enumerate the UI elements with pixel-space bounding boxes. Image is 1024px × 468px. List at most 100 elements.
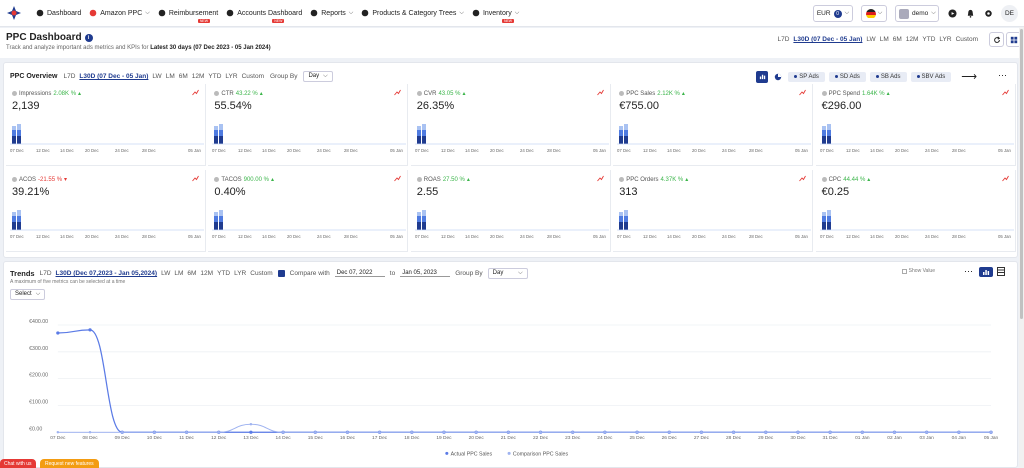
trend-icon[interactable] bbox=[1001, 175, 1009, 182]
refresh-button[interactable] bbox=[989, 32, 1004, 47]
series-line-0 bbox=[57, 329, 992, 433]
range-option[interactable]: 12M bbox=[906, 36, 919, 43]
trend-icon[interactable] bbox=[192, 89, 199, 96]
trends-panel: Trends L7D L30D (Dec 07,2023 - Jan 05,202… bbox=[3, 261, 1018, 468]
range-option[interactable]: L7D bbox=[63, 73, 75, 80]
x-tick-label: 05 Jan bbox=[984, 435, 999, 441]
sparkline-bar bbox=[619, 222, 624, 230]
nav-item-accounts[interactable]: Accounts Dashboard NEW bbox=[226, 9, 302, 23]
range-option[interactable]: L30D (07 Dec - 05 Jan) bbox=[793, 36, 862, 43]
range-option[interactable]: Custom bbox=[250, 270, 272, 277]
request-feature-button[interactable]: Request new features bbox=[40, 459, 99, 468]
nav-item-inventory[interactable]: Inventory ⌵ NEW bbox=[472, 9, 519, 23]
range-option[interactable]: LM bbox=[166, 73, 175, 80]
metric-card[interactable]: TACOS 900.00 % ▴ 0.40% 07 Dec 12 Dec 14 Dec 20 … bbox=[208, 170, 409, 252]
account-selector[interactable]: demo ⌵ bbox=[895, 5, 939, 22]
data-point bbox=[989, 431, 993, 434]
range-option[interactable]: LM bbox=[880, 36, 889, 43]
ad-tab-sd-ads[interactable]: SD Ads bbox=[828, 71, 866, 82]
pie-chart-view-icon[interactable] bbox=[772, 71, 784, 83]
range-option[interactable]: Custom bbox=[956, 36, 978, 43]
metric-select[interactable]: Select ⌵ bbox=[10, 289, 46, 300]
range-option[interactable]: 12M bbox=[192, 73, 205, 80]
trend-icon[interactable] bbox=[394, 175, 402, 182]
trend-icon[interactable] bbox=[192, 175, 199, 182]
chevron-down-icon: ⌵ bbox=[518, 270, 523, 276]
ad-tab-label: SD Ads bbox=[839, 73, 860, 80]
trend-icon[interactable] bbox=[596, 89, 604, 96]
page-scrollbar[interactable] bbox=[1019, 27, 1024, 468]
bell-icon[interactable] bbox=[965, 9, 975, 19]
metric-card[interactable]: PPC Sales 2.12K % ▴ €755.00 07 Dec 12 Dec 14 D… bbox=[613, 84, 814, 166]
more-options-icon[interactable]: ⋯ bbox=[998, 70, 1007, 81]
table-view-icon[interactable] bbox=[997, 267, 1005, 276]
app-logo[interactable] bbox=[5, 4, 23, 22]
range-option[interactable]: 12M bbox=[200, 270, 213, 277]
metric-card[interactable]: CTR 43.22 % ▴ 55.54% 07 Dec 12 Dec 14 Dec 20 De… bbox=[208, 84, 409, 166]
range-option[interactable]: L30D (07 Dec - 05 Jan) bbox=[79, 73, 148, 80]
range-option[interactable]: YTD bbox=[217, 270, 230, 277]
country-selector[interactable]: ⌵ bbox=[861, 5, 887, 22]
trend-icon[interactable] bbox=[799, 89, 807, 96]
compare-checkbox[interactable] bbox=[277, 270, 285, 277]
scrollbar-thumb[interactable] bbox=[1020, 29, 1023, 319]
metric-card[interactable]: PPC Orders 4.37K % ▴ 313 07 Dec 12 Dec 14 Dec 2… bbox=[613, 170, 814, 252]
metric-card[interactable]: CVR 43.05 % ▴ 26.35% 07 Dec 12 Dec 14 Dec 20 De… bbox=[410, 84, 611, 166]
show-value-checkbox[interactable] bbox=[901, 268, 907, 274]
nav-item-dashboard[interactable]: Dashboard bbox=[36, 9, 81, 17]
ad-tab-sbv-ads[interactable]: SBV Ads bbox=[910, 71, 952, 82]
range-option[interactable]: L7D bbox=[777, 36, 789, 43]
trends-group-by-select[interactable]: Day ⌵ bbox=[487, 268, 528, 279]
legend-marker bbox=[445, 451, 449, 455]
trend-icon[interactable] bbox=[394, 89, 402, 96]
help-icon[interactable] bbox=[947, 9, 957, 19]
nav-item-reports[interactable]: Reports ⌵ bbox=[310, 9, 353, 17]
range-option[interactable]: LW bbox=[161, 270, 170, 277]
metric-card[interactable]: PPC Spend 1.64K % ▴ €296.00 07 Dec 12 Dec 14 D… bbox=[815, 84, 1016, 166]
ad-tab-sp-ads[interactable]: SP Ads bbox=[788, 71, 825, 82]
compare-from-input[interactable]: Dec 07, 2022 bbox=[334, 270, 385, 277]
chat-button[interactable]: Chat with us bbox=[0, 459, 36, 468]
metric-card[interactable]: ROAS 27.50 % ▴ 2.55 07 Dec 12 Dec 14 Dec 20 Dec… bbox=[410, 170, 611, 252]
range-option[interactable]: L7D bbox=[40, 270, 52, 277]
ad-tab-sb-ads[interactable]: SB Ads bbox=[869, 71, 907, 82]
range-option[interactable]: 6M bbox=[187, 270, 196, 277]
range-option[interactable]: 6M bbox=[179, 73, 188, 80]
sparkline-bar bbox=[219, 210, 224, 216]
sparkline-axis-label: 14 Dec bbox=[60, 148, 74, 153]
show-value-toggle[interactable]: Show Value bbox=[901, 268, 935, 274]
range-option[interactable]: 6M bbox=[893, 36, 902, 43]
sparkline-axis-label: 14 Dec bbox=[262, 148, 276, 153]
range-option[interactable]: YTD bbox=[208, 73, 221, 80]
trends-more-icon[interactable]: ⋯ bbox=[964, 266, 973, 277]
info-icon[interactable]: i bbox=[84, 33, 93, 42]
sparkline-axis-label: 07 Dec bbox=[415, 148, 429, 153]
nav-item-products[interactable]: Products & Category Trees ⌵ bbox=[361, 9, 464, 17]
bar-chart-view-icon[interactable] bbox=[756, 70, 769, 83]
arrow-right-icon[interactable]: ⟶ bbox=[961, 70, 977, 83]
range-option[interactable]: Custom bbox=[242, 73, 264, 80]
compare-to-input[interactable]: Jan 05, 2023 bbox=[400, 270, 451, 277]
metric-card[interactable]: CPC 44.44 % ▴ €0.25 07 Dec 12 Dec 14 Dec 20 Dec… bbox=[815, 170, 1016, 252]
range-option[interactable]: LYR bbox=[225, 73, 237, 80]
currency-selector[interactable]: EUR 0 ⌵ bbox=[813, 5, 853, 22]
range-option[interactable]: LYR bbox=[234, 270, 246, 277]
gear-icon[interactable] bbox=[983, 9, 993, 19]
sparkline-bar bbox=[619, 212, 624, 216]
trend-icon[interactable] bbox=[596, 175, 604, 182]
range-option[interactable]: YTD bbox=[922, 36, 935, 43]
user-avatar[interactable]: DE bbox=[1001, 5, 1018, 22]
trend-icon[interactable] bbox=[1001, 89, 1009, 96]
nav-item-reimbursement[interactable]: Reimbursement NEW bbox=[158, 9, 218, 23]
metric-card[interactable]: Impressions 2.08K % ▴ 2,139 07 Dec 12 Dec 14 D… bbox=[6, 84, 206, 166]
trend-icon[interactable] bbox=[799, 175, 807, 182]
range-option[interactable]: LW bbox=[152, 73, 161, 80]
range-option[interactable]: LW bbox=[866, 36, 875, 43]
nav-item-amazon-ppc[interactable]: Amazon PPC ⌵ bbox=[89, 9, 150, 17]
trends-chart-view-icon[interactable] bbox=[979, 267, 993, 277]
group-by-select[interactable]: Day ⌵ bbox=[303, 71, 333, 82]
metric-card[interactable]: ACOS -21.55 % ▾ 39.21% 07 Dec 12 Dec 14 Dec 20 … bbox=[6, 170, 206, 252]
range-option[interactable]: LM bbox=[174, 270, 183, 277]
range-option[interactable]: LYR bbox=[939, 36, 951, 43]
range-option[interactable]: L30D (Dec 07,2023 - Jan 05,2024) bbox=[56, 270, 158, 277]
